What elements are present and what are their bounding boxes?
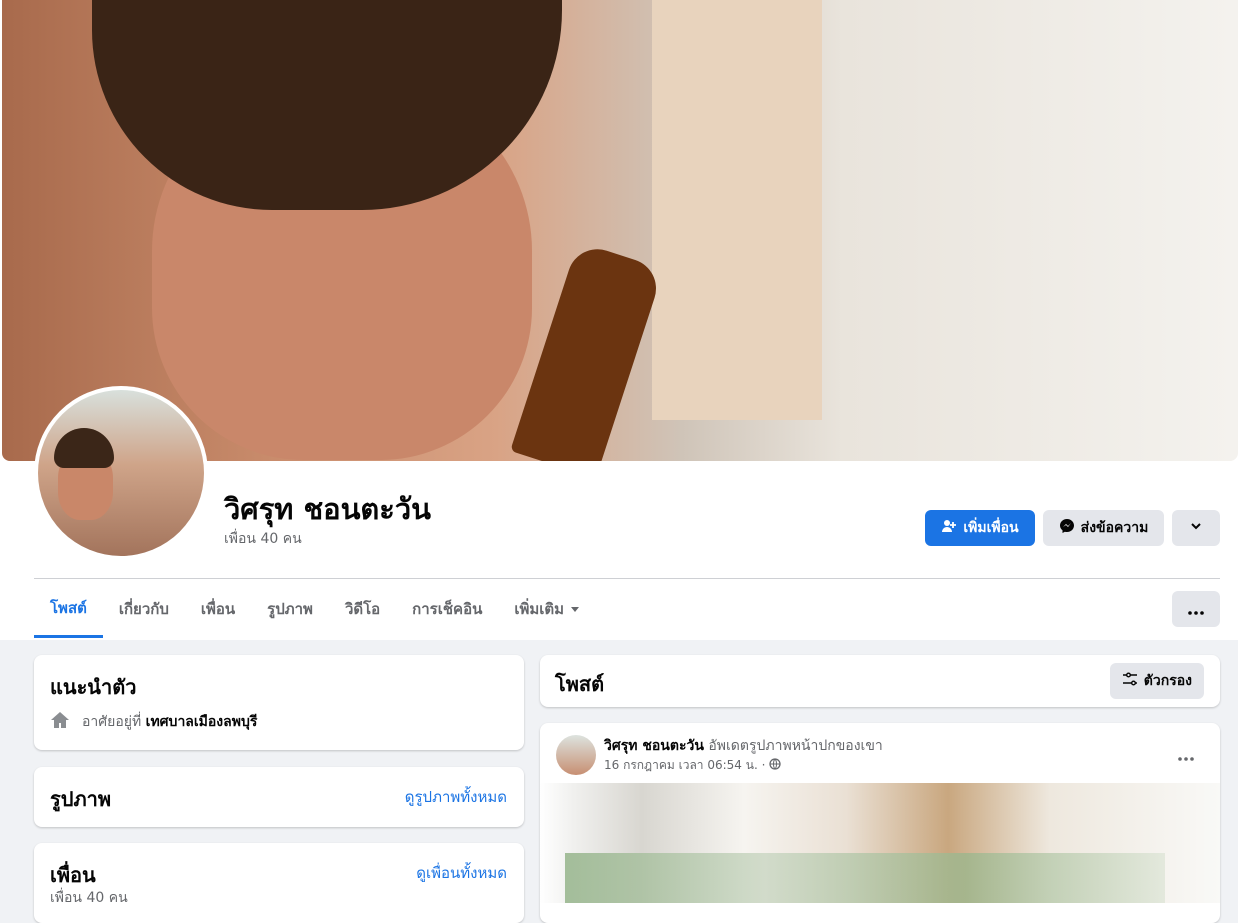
lives-prefix: อาศัยอยู่ที่ [82, 714, 142, 730]
post-timestamp[interactable]: 16 กรกฎาคม เวลา 06:54 น. · [604, 756, 765, 775]
profile-header: วิศรุท ชอนตะวัน เพื่อน 40 คน เพิ่มเพื่อน… [0, 0, 1238, 640]
tab-more-label: เพิ่มเติม [514, 600, 565, 618]
home-icon [50, 710, 70, 734]
post-card: วิศรุท ชอนตะวัน อัพเดตรูปภาพหน้าปกของเขา… [540, 723, 1220, 923]
photos-title: รูปภาพ [50, 787, 112, 811]
filter-icon [1122, 671, 1138, 691]
post-action: อัพเดตรูปภาพหน้าปกของเขา [708, 738, 883, 754]
post-author-line: วิศรุท ชอนตะวัน อัพเดตรูปภาพหน้าปกของเขา [604, 735, 883, 757]
tab-about[interactable]: เกี่ยวกับ [103, 580, 185, 638]
filter-button[interactable]: ตัวกรอง [1109, 663, 1204, 699]
tab-posts[interactable]: โพสต์ [34, 580, 103, 638]
profile-name: วิศรุท ชอนตะวัน [224, 492, 431, 526]
tab-friends[interactable]: เพื่อน [185, 580, 251, 638]
filter-label: ตัวกรอง [1143, 673, 1192, 689]
intro-lives-in: อาศัยอยู่ที่ เทศบาลเมืองลพบุรี [50, 710, 257, 734]
globe-icon [769, 758, 782, 773]
tab-checkins[interactable]: การเช็คอิน [396, 580, 498, 638]
friends-card: เพื่อน ดูเพื่อนทั้งหมด เพื่อน 40 คน [34, 843, 524, 923]
tab-more[interactable]: เพิ่มเติม [498, 580, 596, 638]
photos-card: รูปภาพ ดูรูปภาพทั้งหมด [34, 767, 524, 827]
posts-title: โพสต์ [555, 672, 605, 696]
intro-card: แนะนำตัว อาศัยอยู่ที่ เทศบาลเมืองลพบุรี [34, 655, 524, 750]
intro-title: แนะนำตัว [50, 675, 137, 699]
add-friend-label: เพิ่มเพื่อน [963, 520, 1019, 536]
tabs-more-button[interactable] [1172, 591, 1220, 627]
lives-place[interactable]: เทศบาลเมืองลพบุรี [146, 714, 258, 730]
posts-header-card: โพสต์ ตัวกรอง [540, 655, 1220, 707]
profile-avatar[interactable] [34, 386, 208, 560]
profile-tabs: โพสต์ เกี่ยวกับ เพื่อน รูปภาพ วิดีโอ การ… [34, 580, 596, 638]
post-author-name[interactable]: วิศรุท ชอนตะวัน [604, 738, 704, 754]
friends-count[interactable]: เพื่อน 40 คน [224, 528, 302, 550]
cover-photo[interactable] [2, 0, 1238, 461]
add-person-icon [941, 518, 957, 538]
message-button[interactable]: ส่งข้อความ [1043, 510, 1164, 546]
profile-menu-button[interactable] [1172, 510, 1220, 546]
more-dots-icon [1188, 600, 1204, 619]
header-divider [34, 578, 1220, 579]
see-all-photos-link[interactable]: ดูรูปภาพทั้งหมด [405, 785, 507, 809]
more-dots-icon [1178, 746, 1194, 765]
caret-down-icon [570, 600, 580, 618]
see-all-friends-link[interactable]: ดูเพื่อนทั้งหมด [416, 861, 507, 885]
post-timestamp-row: 16 กรกฎาคม เวลา 06:54 น. · [604, 756, 782, 775]
message-label: ส่งข้อความ [1080, 520, 1149, 536]
post-more-button[interactable] [1168, 737, 1204, 773]
post-author-avatar[interactable] [556, 735, 596, 775]
chevron-down-icon [1189, 519, 1203, 537]
messenger-icon [1059, 518, 1075, 538]
tab-photos[interactable]: รูปภาพ [251, 580, 329, 638]
add-friend-button[interactable]: เพิ่มเพื่อน [925, 510, 1035, 546]
tab-videos[interactable]: วิดีโอ [329, 580, 396, 638]
post-image[interactable] [540, 783, 1220, 903]
friends-card-count: เพื่อน 40 คน [50, 890, 128, 906]
